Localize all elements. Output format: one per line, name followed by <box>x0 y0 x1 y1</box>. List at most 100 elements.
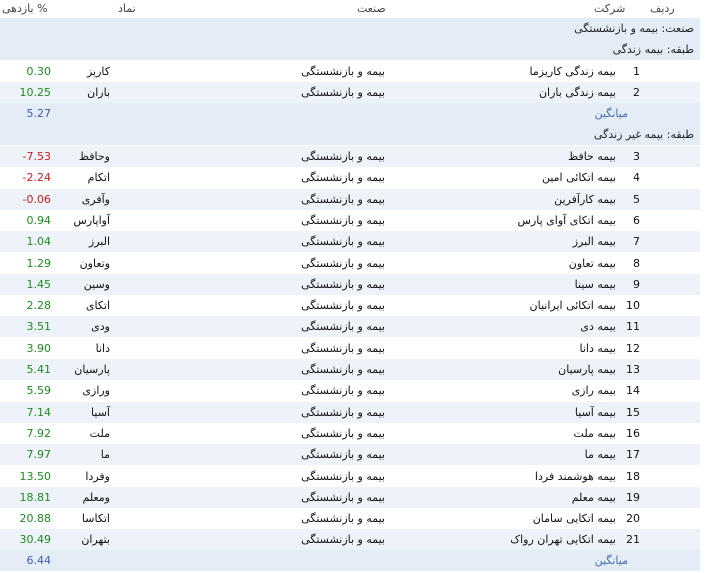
column-header-row[interactable]: ردیف <box>650 2 675 15</box>
industry-cell: بیمه و بازنشستگی <box>301 341 385 355</box>
table-row[interactable]: 1.04 البرز بیمه و بازنشستگی بیمه البرز 7 <box>0 231 700 253</box>
company-cell: بیمه اتکائی امین <box>541 171 616 185</box>
row-number-cell: 20 <box>626 512 640 526</box>
industry-cell: بیمه و بازنشستگی <box>301 320 385 334</box>
industry-group-label: صنعت: بیمه و بازنشستگی <box>574 22 694 35</box>
table-row[interactable]: -7.53 وحافظ بیمه و بازنشستگی بیمه حافظ 3 <box>0 146 700 167</box>
return-cell: 0.30 <box>26 65 52 78</box>
symbol-cell: اتکاسا <box>81 512 110 526</box>
symbol-cell: ما <box>100 448 110 462</box>
table-row[interactable]: 1.29 وتعاون بیمه و بازنشستگی بیمه تعاون 8 <box>0 252 700 274</box>
return-cell: -7.53 <box>22 150 51 163</box>
table-row[interactable]: 1.45 وسین بیمه و بازنشستگی بیمه سینا 9 <box>0 273 700 295</box>
symbol-cell: وسین <box>83 277 110 291</box>
table-row[interactable]: 3.90 دانا بیمه و بازنشستگی بیمه دانا 12 <box>0 337 700 359</box>
company-cell: بیمه پارسیان <box>558 363 616 376</box>
company-cell: بیمه حافظ <box>568 150 616 163</box>
symbol-cell: اتکای <box>85 299 110 313</box>
class-group-row-life[interactable]: طبقه: بیمه زندگی <box>0 39 700 60</box>
table-row[interactable]: 13.50 وفردا بیمه و بازنشستگی بیمه هوشمند فر… <box>0 465 700 487</box>
symbol-cell: ورازی <box>82 384 110 398</box>
row-number-cell: 2 <box>633 86 640 100</box>
nonlife-average-row: 6.44 میانگین <box>0 550 700 571</box>
industry-group-row[interactable]: صنعت: بیمه و بازنشستگی <box>0 18 700 39</box>
table-row[interactable]: 7.92 ملت بیمه و بازنشستگی بیمه ملت 16 <box>0 422 700 444</box>
return-cell: 7.14 <box>26 405 52 419</box>
table-row[interactable]: 0.94 آواپارس بیمه و بازنشستگی بیمه اتکای آو… <box>0 209 700 231</box>
row-number-cell: 1 <box>633 65 640 78</box>
return-cell: 3.51 <box>26 320 52 334</box>
industry-cell: بیمه و بازنشستگی <box>301 512 385 526</box>
company-cell: بیمه رازی <box>571 384 616 398</box>
class-group-row-nonlife[interactable]: طبقه: بیمه غیر زندگی <box>0 124 700 145</box>
return-cell: 10.25 <box>19 86 52 100</box>
symbol-cell: ملت <box>89 426 110 440</box>
table-row[interactable]: 3.51 ودی بیمه و بازنشستگی بیمه دی 11 <box>0 316 700 338</box>
symbol-cell: بتهران <box>81 533 110 547</box>
life-average-value: 5.27 <box>26 107 52 120</box>
right-edge-strip <box>700 18 709 573</box>
symbol-cell: پارسیان <box>74 363 110 376</box>
table-row[interactable]: 30.49 بتهران بیمه و بازنشستگی بیمه اتکایی ت… <box>0 529 700 551</box>
column-header-company[interactable]: شرکت <box>594 2 625 15</box>
table-row[interactable]: 0.30 کاریز بیمه و بازنشستگی بیمه زندگی کاری… <box>0 61 700 82</box>
table-row[interactable]: 18.81 ومعلم بیمه و بازنشستگی بیمه معلم 19 <box>0 486 700 508</box>
symbol-cell: البرز <box>88 235 110 249</box>
symbol-cell: باران <box>87 86 110 100</box>
company-cell: بیمه تعاون <box>568 256 616 270</box>
column-header-industry[interactable]: صنعت <box>357 2 386 15</box>
column-header-symbol[interactable]: نماد <box>118 2 136 15</box>
table-row[interactable]: 7.97 ما بیمه و بازنشستگی بیمه ما 17 <box>0 444 700 466</box>
company-cell: بیمه ملت <box>573 426 616 440</box>
company-cell: بیمه هوشمند فردا <box>534 469 616 483</box>
industry-cell: بیمه و بازنشستگی <box>301 469 385 483</box>
industry-cell: بیمه و بازنشستگی <box>301 533 385 547</box>
nonlife-average-value: 6.44 <box>26 554 52 567</box>
return-cell: 3.90 <box>26 341 52 355</box>
company-cell: بیمه البرز <box>572 235 616 249</box>
row-number-cell: 9 <box>633 277 640 291</box>
table-row[interactable]: 2.28 اتکای بیمه و بازنشستگی بیمه اتکائی ایر… <box>0 295 700 317</box>
company-cell: بیمه اتکایی تهران رواک <box>510 533 616 547</box>
industry-cell: بیمه و بازنشستگی <box>301 299 385 313</box>
class-group-label-nonlife: طبقه: بیمه غیر زندگی <box>593 128 694 141</box>
table-row[interactable]: -2.24 اتکام بیمه و بازنشستگی بیمه اتکائی ام… <box>0 167 700 189</box>
symbol-cell: وآفری <box>81 192 110 206</box>
company-cell: بیمه دی <box>580 320 616 334</box>
row-number-cell: 13 <box>626 363 640 376</box>
column-header-return[interactable]: بازدهی % <box>2 2 48 15</box>
table-row[interactable]: 20.88 اتکاسا بیمه و بازنشستگی بیمه اتکایی س… <box>0 508 700 530</box>
table-row[interactable]: 10.25 باران بیمه و بازنشستگی بیمه زندگی بار… <box>0 82 700 104</box>
industry-cell: بیمه و بازنشستگی <box>301 256 385 270</box>
company-cell: بیمه معلم <box>571 490 616 504</box>
row-number-cell: 3 <box>633 150 640 163</box>
table-row[interactable]: 5.41 پارسیان بیمه و بازنشستگی بیمه پارسیان 1… <box>0 359 700 380</box>
industry-cell: بیمه و بازنشستگی <box>301 277 385 291</box>
industry-cell: بیمه و بازنشستگی <box>301 86 385 100</box>
company-cell: بیمه آسیا <box>574 405 616 419</box>
symbol-cell: آسیا <box>91 405 110 419</box>
table-row[interactable]: 5.59 ورازی بیمه و بازنشستگی بیمه رازی 14 <box>0 380 700 402</box>
table-row[interactable]: -0.06 وآفری بیمه و بازنشستگی بیمه کارآفرین 5 <box>0 188 700 210</box>
life-average-row: 5.27 میانگین <box>0 103 700 124</box>
industry-cell: بیمه و بازنشستگی <box>301 405 385 419</box>
company-cell: بیمه اتکایی سامان <box>532 512 616 526</box>
row-number-cell: 21 <box>626 533 640 547</box>
industry-cell: بیمه و بازنشستگی <box>301 426 385 440</box>
company-cell: بیمه زندگی کاریزما <box>529 65 616 78</box>
symbol-cell: ودی <box>91 320 110 334</box>
nonlife-average-label: میانگین <box>594 554 628 567</box>
industry-cell: بیمه و بازنشستگی <box>301 448 385 462</box>
symbol-cell: وتعاون <box>79 256 110 270</box>
industry-cell: بیمه و بازنشستگی <box>301 235 385 249</box>
table-row[interactable]: 7.14 آسیا بیمه و بازنشستگی بیمه آسیا 15 <box>0 401 700 423</box>
return-cell: 30.49 <box>19 533 52 547</box>
company-cell: بیمه سینا <box>574 277 616 291</box>
return-cell: 2.28 <box>26 299 52 313</box>
row-number-cell: 18 <box>626 469 640 483</box>
row-number-cell: 14 <box>626 384 640 398</box>
symbol-cell: اتکام <box>87 171 110 185</box>
row-number-cell: 17 <box>626 448 640 462</box>
row-number-cell: 15 <box>626 405 640 419</box>
row-number-cell: 8 <box>633 256 640 270</box>
